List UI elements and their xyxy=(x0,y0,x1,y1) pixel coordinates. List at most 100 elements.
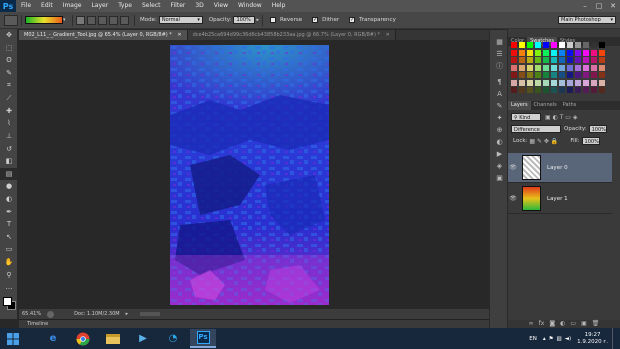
swatch[interactable] xyxy=(591,49,597,56)
clone-source-panel-icon[interactable]: ⊕ xyxy=(490,124,509,136)
swatch[interactable] xyxy=(599,64,605,71)
path-select-tool-icon[interactable]: ↖ xyxy=(0,231,18,244)
document-image[interactable] xyxy=(170,45,329,305)
swatch[interactable] xyxy=(599,79,605,86)
swatch[interactable] xyxy=(591,42,597,48)
swatch[interactable] xyxy=(527,79,533,86)
timeline-panel[interactable]: Timeline xyxy=(19,319,489,328)
clone-stamp-tool-icon[interactable]: ⊥ xyxy=(0,130,18,143)
swatch[interactable] xyxy=(559,72,565,78)
swatch[interactable] xyxy=(567,42,573,48)
swatch[interactable] xyxy=(511,49,517,56)
mode-select[interactable]: Normal ▾ xyxy=(158,16,203,24)
reflected-gradient-button[interactable] xyxy=(109,15,118,25)
internet-explorer-icon[interactable]: e xyxy=(40,329,66,348)
layer-row-layer-0[interactable]: 👁 Layer 0 xyxy=(508,153,612,183)
menu-file[interactable]: File xyxy=(16,0,36,12)
tool-presets-panel-icon[interactable]: ✦ xyxy=(490,112,509,124)
share-icon[interactable] xyxy=(47,310,55,318)
swatch[interactable] xyxy=(583,57,589,63)
swatch[interactable] xyxy=(559,87,565,93)
swatch[interactable] xyxy=(535,64,541,71)
swatch[interactable] xyxy=(551,42,557,48)
swatch[interactable] xyxy=(519,42,525,48)
menu-type[interactable]: Type xyxy=(113,0,137,12)
swatch[interactable] xyxy=(535,49,541,56)
add-mask-icon[interactable]: ◙ xyxy=(549,320,555,328)
swatch[interactable] xyxy=(527,57,533,63)
navigator-panel-icon[interactable]: ◈ xyxy=(490,160,509,172)
kind-filter-select[interactable]: ⚲ Kind xyxy=(511,113,541,121)
workspace-select[interactable]: Main Photoshop ▾ xyxy=(558,16,616,24)
brush-tool-icon[interactable]: ⌇ xyxy=(0,117,18,130)
swatch[interactable] xyxy=(583,79,589,86)
swatch[interactable] xyxy=(567,87,573,93)
brush-panel-icon[interactable]: ✎ xyxy=(490,100,509,112)
close-button[interactable]: ✕ xyxy=(606,0,620,12)
edit-toolbar-icon[interactable]: … xyxy=(0,281,18,294)
history-panel-icon[interactable]: ▦ xyxy=(490,36,509,48)
swatch[interactable] xyxy=(511,57,517,63)
swatch[interactable] xyxy=(567,79,573,86)
close-icon[interactable]: ✕ xyxy=(386,32,390,38)
swatch[interactable] xyxy=(599,57,605,63)
swatch[interactable] xyxy=(551,87,557,93)
swatch[interactable] xyxy=(567,64,573,71)
swatch[interactable] xyxy=(575,64,581,71)
info-panel-icon[interactable]: ⓘ xyxy=(490,60,509,72)
swatch[interactable] xyxy=(559,64,565,71)
blend-mode-select[interactable]: Difference xyxy=(511,125,561,133)
swatch[interactable] xyxy=(511,87,517,93)
swatches-grid[interactable] xyxy=(511,42,607,94)
zoom-level[interactable]: 65.41% xyxy=(22,311,41,317)
swatch[interactable] xyxy=(567,72,573,78)
layer-row-layer-1[interactable]: 👁 Layer 1 xyxy=(508,184,612,214)
fx-icon[interactable]: fx xyxy=(539,320,545,328)
swatch[interactable] xyxy=(599,42,605,48)
crop-tool-icon[interactable]: ⌗ xyxy=(0,79,18,92)
tab-layers[interactable]: Layers xyxy=(508,101,531,110)
swatch[interactable] xyxy=(519,72,525,78)
swatch[interactable] xyxy=(527,72,533,78)
eraser-tool-icon[interactable]: ◧ xyxy=(0,155,18,168)
network-icon[interactable]: ▥ xyxy=(557,336,562,342)
swatch[interactable] xyxy=(519,79,525,86)
swatch[interactable] xyxy=(591,79,597,86)
swatch[interactable] xyxy=(543,57,549,63)
swatch[interactable] xyxy=(527,64,533,71)
media-player-icon[interactable]: ▶ xyxy=(130,329,156,348)
new-group-icon[interactable]: ▭ xyxy=(570,320,576,328)
language-indicator[interactable]: EN xyxy=(529,336,537,342)
doc-tab-second[interactable]: dce4b25ca694d99c36d6cb43858b233aa.jpg @ … xyxy=(187,30,396,40)
swatch[interactable] xyxy=(511,72,517,78)
link-layers-icon[interactable]: ∞ xyxy=(529,320,534,328)
swatch[interactable] xyxy=(535,72,541,78)
new-layer-icon[interactable]: ▣ xyxy=(581,320,587,328)
healing-brush-tool-icon[interactable]: ✚ xyxy=(0,105,18,118)
swatch[interactable] xyxy=(519,57,525,63)
swatch[interactable] xyxy=(511,42,517,48)
swatch[interactable] xyxy=(591,57,597,63)
volume-icon[interactable]: ◄) xyxy=(565,336,571,342)
edge-icon[interactable]: ◔ xyxy=(160,329,186,348)
swatch[interactable] xyxy=(591,64,597,71)
swatch[interactable] xyxy=(567,57,573,63)
show-desktop-button[interactable] xyxy=(612,328,616,349)
chevron-right-icon[interactable]: ▸ xyxy=(256,17,259,23)
eyedropper-tool-icon[interactable]: ⟋ xyxy=(0,92,18,105)
trash-icon[interactable]: 🗑 xyxy=(592,320,600,328)
swatch[interactable] xyxy=(551,72,557,78)
foreground-color[interactable] xyxy=(3,297,12,307)
actions-panel-icon[interactable]: ▶ xyxy=(490,148,509,160)
dodge-tool-icon[interactable]: ◐ xyxy=(0,193,18,206)
clock[interactable]: 19:27 1.9.2020 г. xyxy=(577,332,608,346)
swatch[interactable] xyxy=(543,49,549,56)
marquee-tool-icon[interactable]: ⬚ xyxy=(0,42,18,55)
reverse-checkbox[interactable] xyxy=(269,17,276,23)
swatch[interactable] xyxy=(583,64,589,71)
swatch[interactable] xyxy=(591,72,597,78)
tab-channels[interactable]: Channels xyxy=(531,101,560,110)
close-icon[interactable]: ✕ xyxy=(177,32,181,38)
doc-tab-gradient-tool[interactable]: M02_L11_-_Gradient_Tool.jpg @ 65.4% (Lay… xyxy=(19,30,188,40)
swatch[interactable] xyxy=(559,79,565,86)
